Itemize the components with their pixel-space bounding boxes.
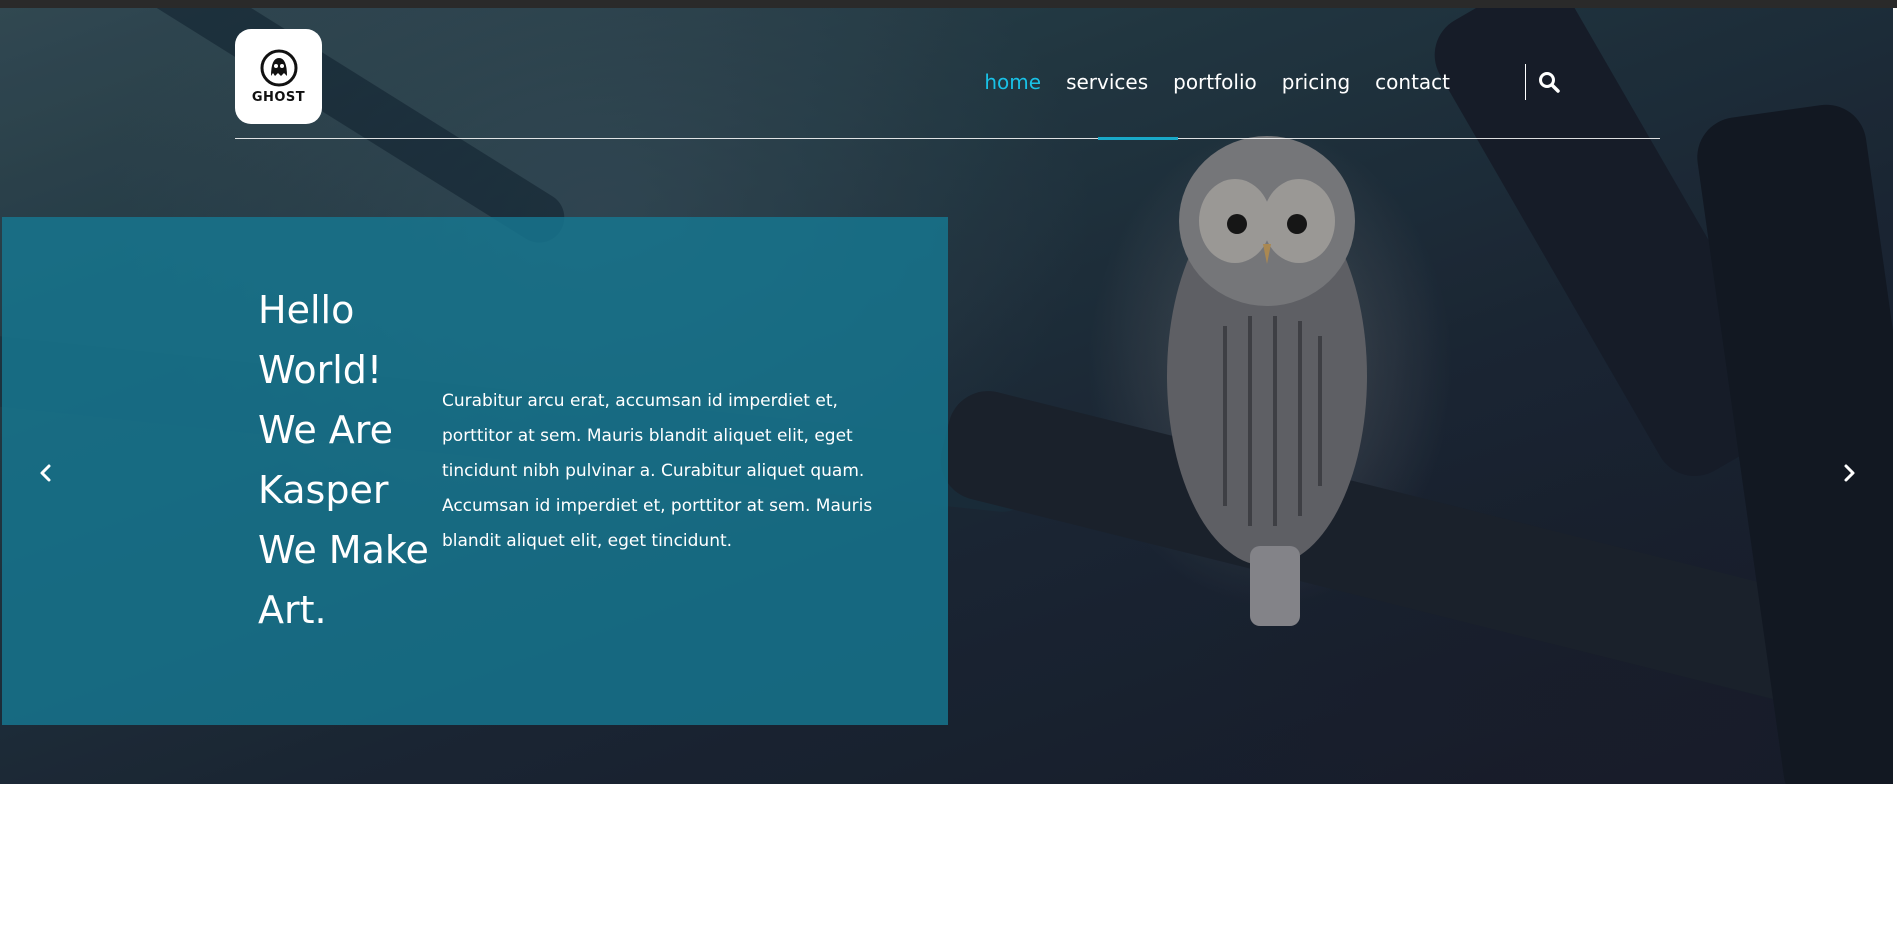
site-logo[interactable]: GHOST [235, 29, 322, 124]
nav-item-portfolio[interactable]: portfolio [1173, 69, 1257, 95]
search-icon[interactable] [1538, 71, 1560, 93]
chevron-right-icon [1844, 464, 1855, 482]
hero-headline: Hello World! We Are Kasper We Make Art. [258, 288, 429, 632]
nav-item-pricing[interactable]: pricing [1282, 69, 1350, 95]
nav-divider [1525, 64, 1526, 100]
carousel-prev-button[interactable] [31, 458, 61, 488]
main-nav: home services portfolio pricing contact [959, 64, 1560, 100]
header-divider-line [235, 138, 1660, 139]
carousel-next-button[interactable] [1834, 458, 1864, 488]
site-header: GHOST home services portfolio pricing co… [235, 20, 1660, 140]
active-nav-indicator [1098, 137, 1178, 140]
hero-paragraph: Curabitur arcu erat, accumsan id imperdi… [442, 391, 873, 551]
ghost-logo-icon [260, 49, 297, 87]
logo-text: GHOST [251, 90, 306, 105]
browser-top-strip [0, 0, 1897, 8]
nav-item-contact[interactable]: contact [1375, 69, 1450, 95]
nav-item-home[interactable]: home [984, 69, 1041, 95]
chevron-left-icon [40, 464, 51, 482]
nav-item-services[interactable]: services [1066, 69, 1148, 95]
